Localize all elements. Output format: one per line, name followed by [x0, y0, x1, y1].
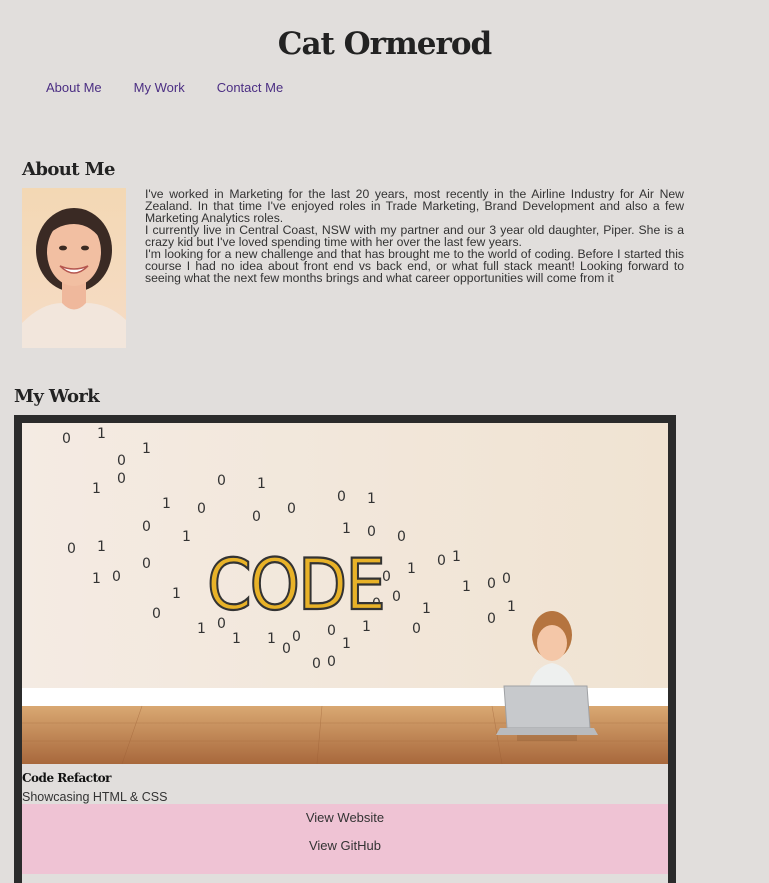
svg-text:0: 0	[487, 576, 496, 592]
svg-text:0: 0	[287, 501, 296, 517]
svg-text:1: 1	[257, 476, 266, 492]
svg-text:1: 1	[267, 631, 276, 647]
view-github-link[interactable]: View GitHub	[22, 832, 668, 860]
svg-text:1: 1	[92, 481, 101, 497]
svg-text:0: 0	[412, 621, 421, 637]
svg-text:1: 1	[142, 441, 151, 457]
svg-text:0: 0	[337, 489, 346, 505]
svg-text:1: 1	[507, 599, 516, 615]
site-title: Cat Ormerod	[277, 26, 492, 62]
svg-text:0: 0	[282, 641, 291, 657]
project-description: Showcasing HTML & CSS	[22, 790, 168, 804]
about-heading: About Me	[22, 159, 115, 180]
svg-text:0: 0	[117, 453, 126, 469]
svg-text:0: 0	[487, 611, 496, 627]
nav-my-work[interactable]: My Work	[134, 80, 185, 95]
nav-contact-me[interactable]: Contact Me	[217, 80, 283, 95]
svg-text:1: 1	[97, 426, 106, 442]
about-text: I've worked in Marketing for the last 20…	[145, 188, 684, 284]
about-paragraph: I've worked in Marketing for the last 20…	[145, 187, 684, 225]
svg-text:1: 1	[97, 539, 106, 555]
svg-text:1: 1	[452, 549, 461, 565]
svg-text:0: 0	[197, 501, 206, 517]
svg-text:1: 1	[342, 521, 351, 537]
view-website-link[interactable]: View Website	[22, 804, 668, 832]
work-heading: My Work	[14, 386, 100, 407]
svg-text:1: 1	[92, 571, 101, 587]
svg-text:CODE: CODE	[207, 544, 384, 626]
svg-text:0: 0	[367, 524, 376, 540]
svg-text:0: 0	[217, 473, 226, 489]
svg-text:1: 1	[407, 561, 416, 577]
svg-text:1: 1	[172, 586, 181, 602]
svg-text:0: 0	[437, 553, 446, 569]
project-card: 010 110 100 100 010 101 010 010 101 010 …	[14, 415, 676, 883]
svg-text:0: 0	[397, 529, 406, 545]
about-paragraph: I currently live in Central Coast, NSW w…	[145, 223, 684, 249]
svg-text:0: 0	[112, 569, 121, 585]
svg-text:0: 0	[392, 589, 401, 605]
svg-text:0: 0	[67, 541, 76, 557]
about-paragraph: I'm looking for a new challenge and that…	[145, 247, 684, 285]
svg-text:1: 1	[342, 636, 351, 652]
svg-text:0: 0	[142, 519, 151, 535]
svg-text:1: 1	[462, 579, 471, 595]
svg-text:0: 0	[502, 571, 511, 587]
svg-text:0: 0	[152, 606, 161, 622]
svg-text:1: 1	[197, 621, 206, 637]
svg-text:0: 0	[62, 431, 71, 447]
project-image: 010 110 100 100 010 101 010 010 101 010 …	[22, 423, 668, 764]
svg-text:1: 1	[367, 491, 376, 507]
svg-text:1: 1	[232, 631, 241, 647]
profile-photo	[22, 188, 126, 348]
svg-text:0: 0	[292, 629, 301, 645]
svg-text:1: 1	[162, 496, 171, 512]
main-nav: About Me My Work Contact Me	[46, 80, 283, 95]
svg-text:1: 1	[422, 601, 431, 617]
nav-about-me[interactable]: About Me	[46, 80, 102, 95]
svg-text:0: 0	[117, 471, 126, 487]
svg-text:0: 0	[327, 654, 336, 670]
svg-text:1: 1	[182, 529, 191, 545]
svg-text:0: 0	[252, 509, 261, 525]
svg-text:0: 0	[142, 556, 151, 572]
project-title: Code Refactor	[22, 771, 111, 785]
project-links: View Website View GitHub	[22, 804, 668, 874]
svg-text:0: 0	[312, 656, 321, 672]
